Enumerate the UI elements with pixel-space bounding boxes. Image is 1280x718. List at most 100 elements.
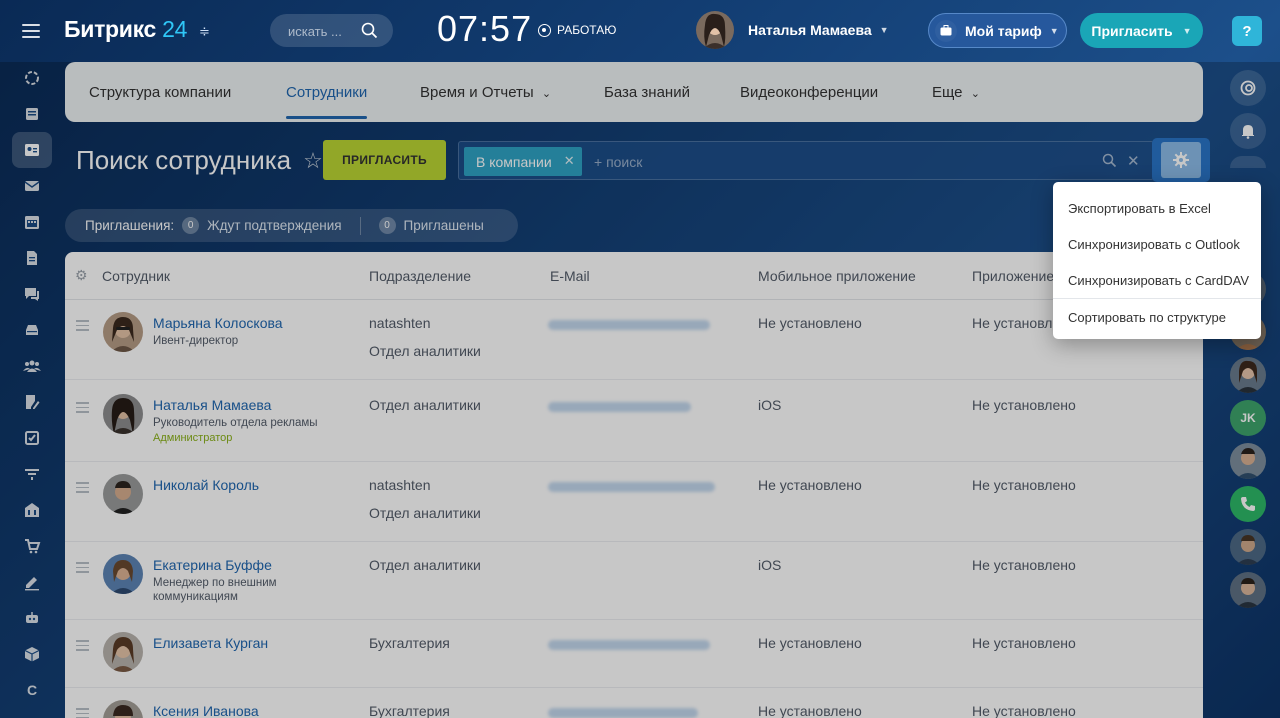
column-app[interactable]: Приложение <box>972 268 1054 284</box>
signature-icon <box>25 577 39 591</box>
drag-handle-icon[interactable] <box>76 320 89 334</box>
menu-icon[interactable] <box>22 24 40 38</box>
table-row[interactable]: Николай Король natashten Отдел аналитики… <box>65 462 1203 542</box>
filter-placeholder: + поиск <box>594 154 643 170</box>
sidebar-item-robot[interactable] <box>12 600 52 636</box>
invite-button[interactable]: ПРИГЛАСИТЬ <box>323 140 446 180</box>
c-letter-icon: C <box>26 682 38 698</box>
sidebar-item-docs[interactable] <box>12 240 52 276</box>
sidebar-item-chat[interactable] <box>12 276 52 312</box>
drag-handle-icon[interactable] <box>76 402 89 416</box>
sidebar-item-company[interactable] <box>12 492 52 528</box>
menu-item-sync-outlook[interactable]: Синхронизировать с Outlook <box>1053 226 1261 262</box>
work-status[interactable]: РАБОТАЮ <box>538 23 616 37</box>
table-row[interactable]: Марьяна Колоскова Ивент-директор natasht… <box>65 300 1203 380</box>
table-row[interactable]: Екатерина Буффе Менеджер по внешним комм… <box>65 542 1203 620</box>
sidebar-item-checklist[interactable] <box>12 420 52 456</box>
star-icon[interactable]: ☆ <box>303 148 323 174</box>
mobile-app-status: Не установлено <box>758 703 862 718</box>
sidebar-item-groups[interactable] <box>12 348 52 384</box>
logo[interactable]: Битрикс 24 <box>64 16 187 43</box>
table-row[interactable]: Наталья Мамаева Руководитель отдела рекл… <box>65 380 1203 462</box>
department-link[interactable]: Отдел аналитики <box>369 343 481 359</box>
right-contact-jk[interactable]: JK <box>1230 400 1266 436</box>
table-row[interactable]: Ксения Иванова Бухгалтерия Не установлен… <box>65 688 1203 718</box>
department-link[interactable]: Бухгалтерия <box>369 635 450 651</box>
drag-handle-icon[interactable] <box>76 640 89 654</box>
employee-name-link[interactable]: Екатерина Буффе <box>153 557 272 573</box>
search-input[interactable]: искать ... <box>270 14 393 47</box>
department-link[interactable]: Отдел аналитики <box>369 557 481 573</box>
tab-more[interactable]: Еще ⌄ <box>932 84 980 101</box>
email-blurred[interactable] <box>548 402 691 412</box>
employee-name-link[interactable]: Ксения Иванова <box>153 703 259 718</box>
right-contact-avatar[interactable] <box>1230 572 1266 608</box>
drive-icon <box>26 325 38 335</box>
drag-handle-icon[interactable] <box>76 562 89 576</box>
sidebar-item-drive[interactable] <box>12 312 52 348</box>
sidebar-item-c[interactable]: C <box>12 672 52 708</box>
department-link[interactable]: Бухгалтерия <box>369 703 450 718</box>
employee-name-link[interactable]: Елизавета Курган <box>153 635 268 651</box>
sidebar-item-calendar[interactable] <box>12 204 52 240</box>
sidebar-item-crm[interactable] <box>12 384 52 420</box>
menu-item-sort-structure[interactable]: Сортировать по структуре <box>1053 299 1261 335</box>
pending-link[interactable]: Ждут подтверждения <box>207 218 341 233</box>
sidebar-item-employees[interactable] <box>12 132 52 168</box>
department-link[interactable]: Отдел аналитики <box>369 505 481 521</box>
employee-name-link[interactable]: Николай Король <box>153 477 259 493</box>
user-menu[interactable]: Наталья Мамаева ▼ <box>696 11 889 49</box>
invited-link[interactable]: Приглашены <box>404 218 484 233</box>
tab-structure[interactable]: Структура компании <box>89 84 231 101</box>
right-contact-avatar[interactable] <box>1230 357 1266 393</box>
invitations-counter: Приглашения: 0 Ждут подтверждения 0 Приг… <box>65 209 518 242</box>
email-blurred[interactable] <box>548 482 715 492</box>
clear-icon[interactable]: ✕ <box>1127 152 1140 170</box>
menu-item-sync-carddav[interactable]: Синхронизировать с CardDAV <box>1053 262 1261 298</box>
theme-toggle-icon[interactable]: ≑ <box>199 24 210 40</box>
sidebar-item-shop[interactable] <box>12 528 52 564</box>
invite-top-button[interactable]: Пригласить ▼ <box>1080 13 1203 48</box>
column-department[interactable]: Подразделение <box>369 268 471 284</box>
table-row[interactable]: Елизавета Курган Бухгалтерия Не установл… <box>65 620 1203 688</box>
column-employee[interactable]: Сотрудник <box>102 268 170 284</box>
filter-search[interactable]: В компании ✕ + поиск ✕ <box>458 141 1154 180</box>
sidebar-item-market[interactable] <box>12 636 52 672</box>
tariff-button[interactable]: Мой тариф ▼ <box>928 13 1067 48</box>
drag-handle-icon[interactable] <box>76 482 89 496</box>
tab-time-reports[interactable]: Время и Отчеты ⌄ <box>420 84 551 101</box>
email-blurred[interactable] <box>548 640 710 650</box>
column-email[interactable]: E-Mail <box>550 268 590 284</box>
help-button[interactable]: ? <box>1232 16 1262 46</box>
tab-video-conferences[interactable]: Видеоконференции <box>740 84 878 101</box>
menu-item-export-excel[interactable]: Экспортировать в Excel <box>1053 190 1261 226</box>
column-mobile-app[interactable]: Мобильное приложение <box>758 268 916 284</box>
right-item-activity[interactable] <box>1230 70 1266 106</box>
right-contact-avatar[interactable] <box>1230 529 1266 565</box>
bell-icon <box>1242 125 1254 139</box>
search-icon[interactable] <box>1102 153 1117 173</box>
filter-chip[interactable]: В компании ✕ <box>464 147 582 176</box>
close-icon[interactable]: ✕ <box>564 153 575 169</box>
employee-name-link[interactable]: Наталья Мамаева <box>153 397 271 413</box>
tab-employees[interactable]: Сотрудники <box>286 84 368 119</box>
right-call-button[interactable] <box>1230 486 1266 522</box>
email-blurred[interactable] <box>548 320 710 330</box>
sidebar-item-filter[interactable] <box>12 456 52 492</box>
avatar <box>103 394 143 434</box>
right-item-notifications[interactable] <box>1230 113 1266 149</box>
right-item-partial[interactable] <box>1230 156 1266 168</box>
email-blurred[interactable] <box>548 708 698 718</box>
sidebar-item-sign[interactable] <box>12 564 52 600</box>
employee-name-link[interactable]: Марьяна Колоскова <box>153 315 283 331</box>
gear-icon[interactable]: ⚙ <box>75 267 88 284</box>
settings-button[interactable] <box>1152 138 1210 182</box>
drag-handle-icon[interactable] <box>76 708 89 718</box>
department-link[interactable]: Отдел аналитики <box>369 397 481 413</box>
table-header: ⚙ Сотрудник Подразделение E-Mail Мобильн… <box>65 252 1203 300</box>
tab-knowledge-base[interactable]: База знаний <box>604 84 690 101</box>
right-contact-avatar[interactable] <box>1230 443 1266 479</box>
sidebar-item-tasks[interactable] <box>12 96 52 132</box>
sidebar-item-feed[interactable] <box>12 60 52 96</box>
sidebar-item-mail[interactable] <box>12 168 52 204</box>
